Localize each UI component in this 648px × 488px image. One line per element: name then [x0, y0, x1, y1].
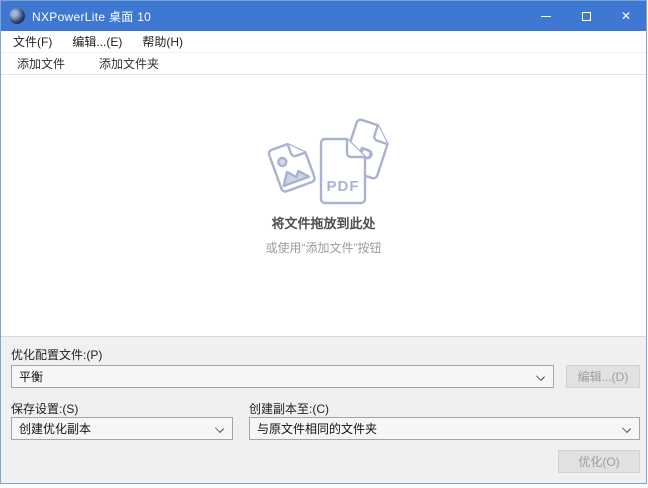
edit-profile-button[interactable]: 编辑...(D) [566, 365, 640, 388]
optimize-button[interactable]: 优化(O) [558, 450, 640, 473]
pdf-letters: PDF [326, 178, 359, 195]
close-icon: ✕ [621, 10, 631, 22]
chevron-down-icon [622, 424, 631, 433]
documents-illustration-icon: P PDF [246, 111, 402, 207]
settings-panel: 优化配置文件:(P) 平衡 编辑...(D) 保存设置:(S) 创建副本至:(C… [1, 336, 646, 483]
menu-edit[interactable]: 编辑...(E) [62, 30, 132, 53]
profile-label: 优化配置文件:(P) [11, 346, 102, 363]
add-files-button[interactable]: 添加文件 [7, 52, 75, 75]
save-settings-value: 创建优化副本 [19, 420, 91, 437]
app-logo-icon [9, 8, 25, 24]
file-drop-zone[interactable]: P PDF 将文件拖放到此处 或使用“添加文件”按钮 [1, 75, 646, 336]
toolbar: 添加文件 添加文件夹 [1, 53, 646, 75]
maximize-icon [582, 12, 591, 21]
drop-zone-title: 将文件拖放到此处 [271, 213, 375, 232]
menu-help[interactable]: 帮助(H) [132, 30, 193, 53]
copy-to-label: 创建副本至:(C) [249, 400, 329, 417]
maximize-button[interactable] [566, 1, 606, 31]
minimize-button[interactable] [526, 1, 566, 31]
caption-buttons: ✕ [526, 1, 646, 31]
drop-zone-subtitle: 或使用“添加文件”按钮 [266, 239, 382, 256]
minimize-icon [541, 16, 551, 17]
menu-file[interactable]: 文件(F) [3, 30, 62, 53]
add-folder-button[interactable]: 添加文件夹 [89, 52, 169, 75]
menu-bar: 文件(F) 编辑...(E) 帮助(H) [1, 31, 646, 53]
close-button[interactable]: ✕ [606, 1, 646, 31]
window-title: NXPowerLite 桌面 10 [32, 8, 526, 25]
title-bar: NXPowerLite 桌面 10 ✕ [1, 1, 646, 31]
profile-value: 平衡 [19, 368, 43, 385]
copy-to-value: 与原文件相同的文件夹 [257, 420, 377, 437]
save-settings-combobox[interactable]: 创建优化副本 [11, 417, 233, 440]
app-window: NXPowerLite 桌面 10 ✕ 文件(F) 编辑...(E) 帮助(H)… [0, 0, 647, 484]
profile-combobox[interactable]: 平衡 [11, 365, 554, 388]
copy-to-combobox[interactable]: 与原文件相同的文件夹 [249, 417, 640, 440]
chevron-down-icon [536, 372, 545, 381]
chevron-down-icon [215, 424, 224, 433]
save-settings-label: 保存设置:(S) [11, 400, 78, 417]
